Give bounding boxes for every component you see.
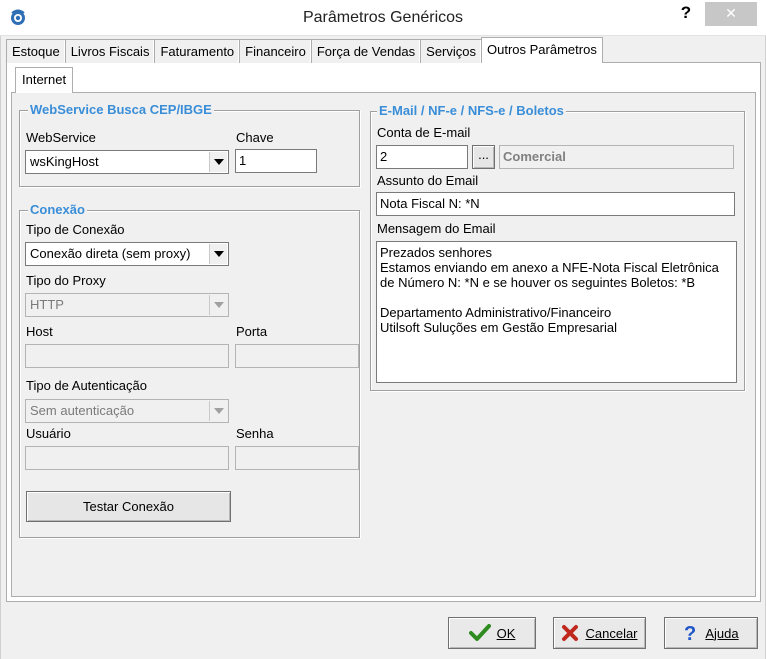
host-label: Host xyxy=(26,324,53,339)
conta-browse-button[interactable]: ... xyxy=(472,145,495,169)
tipo-conexao-select[interactable]: Conexão direta (sem proxy) xyxy=(25,242,229,266)
title-help-button[interactable]: ? xyxy=(668,4,704,26)
assunto-label: Assunto do Email xyxy=(377,173,479,188)
assunto-field[interactable]: Nota Fiscal N: *N xyxy=(376,192,735,216)
tab-financeiro[interactable]: Financeiro xyxy=(239,39,312,63)
usuario-label: Usuário xyxy=(26,426,71,441)
chevron-down-icon[interactable] xyxy=(209,152,227,172)
tipo-autenticacao-value: Sem autenticação xyxy=(30,403,135,418)
chevron-down-icon[interactable] xyxy=(209,244,227,264)
chevron-down-icon[interactable] xyxy=(209,295,227,315)
tab-livros-fiscais[interactable]: Livros Fiscais xyxy=(64,39,156,63)
email-group-title: E-Mail / NF-e / NFS-e / Boletos xyxy=(377,103,566,118)
cancel-button[interactable]: Cancelar xyxy=(553,617,646,649)
title-bar: Parâmetros Genéricos ? ✕ xyxy=(0,0,766,36)
tab-estoque[interactable]: Estoque xyxy=(6,39,66,63)
webservice-select[interactable]: wsKingHost xyxy=(25,150,229,174)
tab-forca-de-vendas[interactable]: Força de Vendas xyxy=(310,39,422,63)
conta-email-field[interactable]: 2 xyxy=(376,145,468,169)
cancel-label: Cancelar xyxy=(585,625,638,641)
svg-text:?: ? xyxy=(684,623,696,643)
chave-field[interactable]: 1 xyxy=(235,149,317,173)
close-button[interactable]: ✕ xyxy=(705,2,757,26)
tab-internet[interactable]: Internet xyxy=(15,67,74,93)
x-icon xyxy=(562,625,579,641)
tipo-conexao-value: Conexão direta (sem proxy) xyxy=(30,246,191,261)
main-tabs: Estoque Livros Fiscais Faturamento Finan… xyxy=(6,37,603,63)
tipo-proxy-select[interactable]: HTTP xyxy=(25,293,229,317)
ok-button[interactable]: OK xyxy=(448,617,536,649)
webservice-group-title: WebService Busca CEP/IBGE xyxy=(28,102,214,117)
chave-label: Chave xyxy=(236,130,274,145)
question-icon: ? xyxy=(684,623,696,643)
tab-servicos[interactable]: Serviços xyxy=(420,39,483,63)
check-icon xyxy=(468,624,491,641)
porta-field[interactable] xyxy=(235,344,359,368)
usuario-field[interactable] xyxy=(25,446,229,470)
mensagem-field[interactable]: Prezados senhores Estamos enviando em an… xyxy=(376,241,737,383)
webservice-select-value: wsKingHost xyxy=(30,154,99,169)
tab-faturamento[interactable]: Faturamento xyxy=(154,39,241,63)
testar-conexao-button[interactable]: Testar Conexão xyxy=(26,491,231,522)
mensagem-label: Mensagem do Email xyxy=(377,221,496,236)
tipo-proxy-value: HTTP xyxy=(30,297,64,312)
senha-label: Senha xyxy=(236,426,274,441)
tipo-autenticacao-select[interactable]: Sem autenticação xyxy=(25,399,229,423)
window-title: Parâmetros Genéricos xyxy=(302,9,464,26)
tipo-proxy-label: Tipo do Proxy xyxy=(26,273,106,288)
conta-email-label: Conta de E-mail xyxy=(377,125,471,140)
ok-label: OK xyxy=(496,625,516,641)
porta-label: Porta xyxy=(236,324,268,339)
host-field[interactable] xyxy=(25,344,229,368)
tipo-conexao-label: Tipo de Conexão xyxy=(26,222,125,237)
tab-outros-parametros[interactable]: Outros Parâmetros xyxy=(481,37,603,63)
senha-field[interactable] xyxy=(235,446,359,470)
help-label: Ajuda xyxy=(705,625,739,641)
help-button[interactable]: ? Ajuda xyxy=(664,617,758,649)
chevron-down-icon[interactable] xyxy=(209,401,227,421)
tipo-autenticacao-label: Tipo de Autenticação xyxy=(26,378,147,393)
conexao-group-title: Conexão xyxy=(28,202,87,217)
conta-email-name: Comercial xyxy=(499,145,734,169)
webservice-label: WebService xyxy=(26,130,96,145)
